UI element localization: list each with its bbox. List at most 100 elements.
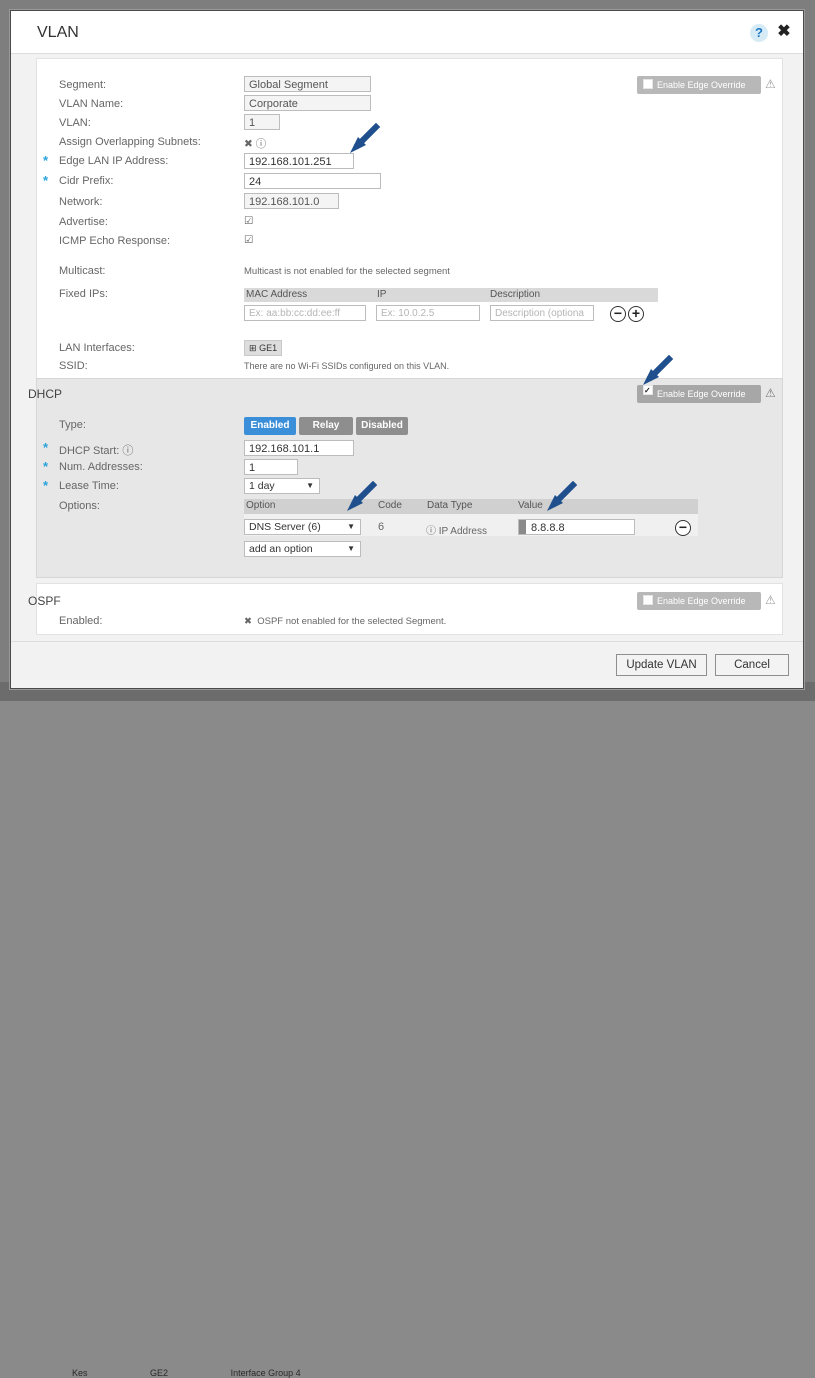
add-fixed-ip-button[interactable]: + [628, 306, 644, 322]
lease-time-label: Lease Time: [59, 480, 119, 492]
fixed-ips-table-header: MAC Address IP Description [244, 288, 658, 302]
fixed-ip-input[interactable]: Ex: 10.0.2.5 [376, 305, 480, 321]
fixed-ips-label: Fixed IPs: [59, 288, 108, 300]
segment-field: Global Segment [244, 76, 371, 92]
description-input[interactable]: Description (optiona [490, 305, 594, 321]
dhcp-type-label: Type: [59, 419, 86, 431]
edge-ip-label: Edge LAN IP Address: [59, 155, 169, 167]
edge-lan-ip-input[interactable]: 192.168.101.251 [244, 153, 354, 169]
ssid-value: There are no Wi-Fi SSIDs configured on t… [244, 361, 450, 371]
column-header: Description [490, 289, 541, 300]
vlan-id-field: 1 [244, 114, 280, 130]
ospf-enabled-label: Enabled: [59, 615, 103, 627]
dhcp-type-enabled-button[interactable]: Enabled [244, 417, 296, 435]
cancel-button[interactable]: Cancel [715, 654, 789, 676]
enable-edge-override-toggle[interactable]: Enable Edge Override [637, 76, 761, 94]
num-addresses-label: Num. Addresses: [59, 461, 143, 473]
override-label: Enable Edge Override [657, 80, 746, 90]
required-marker: * [43, 153, 49, 168]
network-field: 192.168.101.0 [244, 193, 339, 209]
lan-interfaces-label: LAN Interfaces: [59, 342, 135, 354]
num-addresses-input[interactable]: 1 [244, 459, 298, 475]
remove-fixed-ip-button[interactable]: − [610, 306, 626, 322]
info-icon[interactable]: ⓘ [256, 138, 267, 150]
icmp-label: ICMP Echo Response: [59, 235, 171, 247]
options-label: Options: [59, 500, 100, 512]
dhcp-type-relay-button[interactable]: Relay [299, 417, 353, 435]
required-marker: * [43, 173, 49, 188]
caret-down-icon: ▼ [347, 522, 355, 531]
option-select[interactable]: DNS Server (6) ▼ [244, 519, 361, 535]
multicast-label: Multicast: [59, 265, 106, 277]
network-label: Network: [59, 196, 103, 208]
annotation-arrow-icon [350, 123, 380, 153]
options-table-header: Option Code Data Type Value [244, 499, 698, 514]
advertise-label: Advertise: [59, 216, 108, 228]
required-marker: * [43, 440, 49, 455]
x-icon: ✖ [244, 138, 253, 150]
column-header: MAC Address [246, 289, 308, 300]
lease-time-select[interactable]: 1 day ▼ [244, 478, 320, 494]
multicast-value: Multicast is not enabled for the selecte… [244, 266, 450, 277]
footer-divider [11, 641, 803, 642]
dhcp-type-disabled-button[interactable]: Disabled [356, 417, 408, 435]
dhcp-title: DHCP [28, 387, 63, 401]
interface-icon: ⊞ [249, 343, 257, 353]
ospf-status-text: OSPF not enabled for the selected Segmen… [257, 616, 447, 627]
override-label: Enable Edge Override [657, 596, 746, 606]
cidr-label: Cidr Prefix: [59, 175, 114, 187]
option-data-type: ⓘ IP Address [426, 522, 487, 537]
option-value-input[interactable]: 8.8.8.8 [518, 519, 635, 535]
mac-address-input[interactable]: Ex: aa:bb:cc:dd:ee:ff [244, 305, 366, 321]
override-label: Enable Edge Override [657, 389, 746, 399]
help-icon[interactable]: ? [750, 24, 768, 42]
remove-option-button[interactable]: − [675, 520, 691, 536]
lease-time-value: 1 day [249, 480, 275, 492]
annotation-arrow-icon [547, 481, 577, 511]
vlan-settings-section: Enable Edge Override ⚠ Segment: Global S… [36, 58, 783, 380]
add-option-text: add an option [249, 543, 313, 555]
column-header: Data Type [427, 500, 473, 511]
close-icon[interactable]: ✖ [776, 23, 792, 41]
vlan-name-label: VLAN Name: [59, 98, 124, 110]
option-code: 6 [378, 521, 385, 533]
dialog-header: VLAN ? ✖ [11, 11, 803, 54]
ssid-label: SSID: [59, 360, 88, 372]
data-type-text: IP Address [438, 526, 487, 537]
caret-down-icon: ▼ [347, 544, 355, 553]
required-marker: * [43, 478, 49, 493]
dhcp-start-text: DHCP Start: [59, 445, 120, 457]
dhcp-start-label: DHCP Start: ⓘ [59, 442, 133, 458]
warning-icon: ⚠ [765, 77, 776, 91]
ospf-title: OSPF [28, 594, 61, 608]
column-header: IP [377, 289, 387, 300]
column-header: Value [518, 500, 543, 511]
caret-down-icon: ▼ [306, 481, 314, 490]
cidr-prefix-input[interactable]: 24 [244, 173, 381, 189]
lan-chip-label: GE1 [259, 343, 278, 353]
advertise-check-icon[interactable]: ☑ [244, 215, 253, 227]
vlan-dialog: VLAN ? ✖ Enable Edge Override ⚠ Segment:… [10, 10, 804, 689]
backdrop-cell: GE2 [150, 1368, 169, 1378]
column-header: Code [378, 500, 402, 511]
checkbox-icon [643, 79, 653, 89]
dhcp-start-input[interactable]: 192.168.101.1 [244, 440, 354, 456]
ospf-enabled-value: ✖ OSPF not enabled for the selected Segm… [244, 616, 446, 627]
annotation-arrow-icon [347, 481, 377, 511]
required-marker: * [43, 459, 49, 474]
segment-label: Segment: [59, 79, 107, 91]
update-vlan-button[interactable]: Update VLAN [616, 654, 707, 676]
overlap-label: Assign Overlapping Subnets: [59, 136, 201, 148]
info-icon[interactable]: ⓘ [122, 445, 133, 457]
overlap-value: ✖ ⓘ [244, 136, 266, 151]
lan-interface-chip[interactable]: ⊞ GE1 [244, 340, 283, 356]
icmp-check-icon[interactable]: ☑ [244, 234, 253, 246]
annotation-arrow-icon [643, 355, 673, 385]
add-option-select[interactable]: add an option ▼ [244, 541, 361, 557]
x-icon: ✖ [244, 616, 252, 627]
backdrop-cell: Kes [72, 1368, 88, 1378]
warning-icon: ⚠ [765, 593, 776, 607]
ospf-enable-edge-override-toggle[interactable]: Enable Edge Override [637, 592, 761, 610]
vlan-id-label: VLAN: [59, 117, 91, 129]
backdrop-cell: Interface Group 4 [230, 1368, 301, 1378]
